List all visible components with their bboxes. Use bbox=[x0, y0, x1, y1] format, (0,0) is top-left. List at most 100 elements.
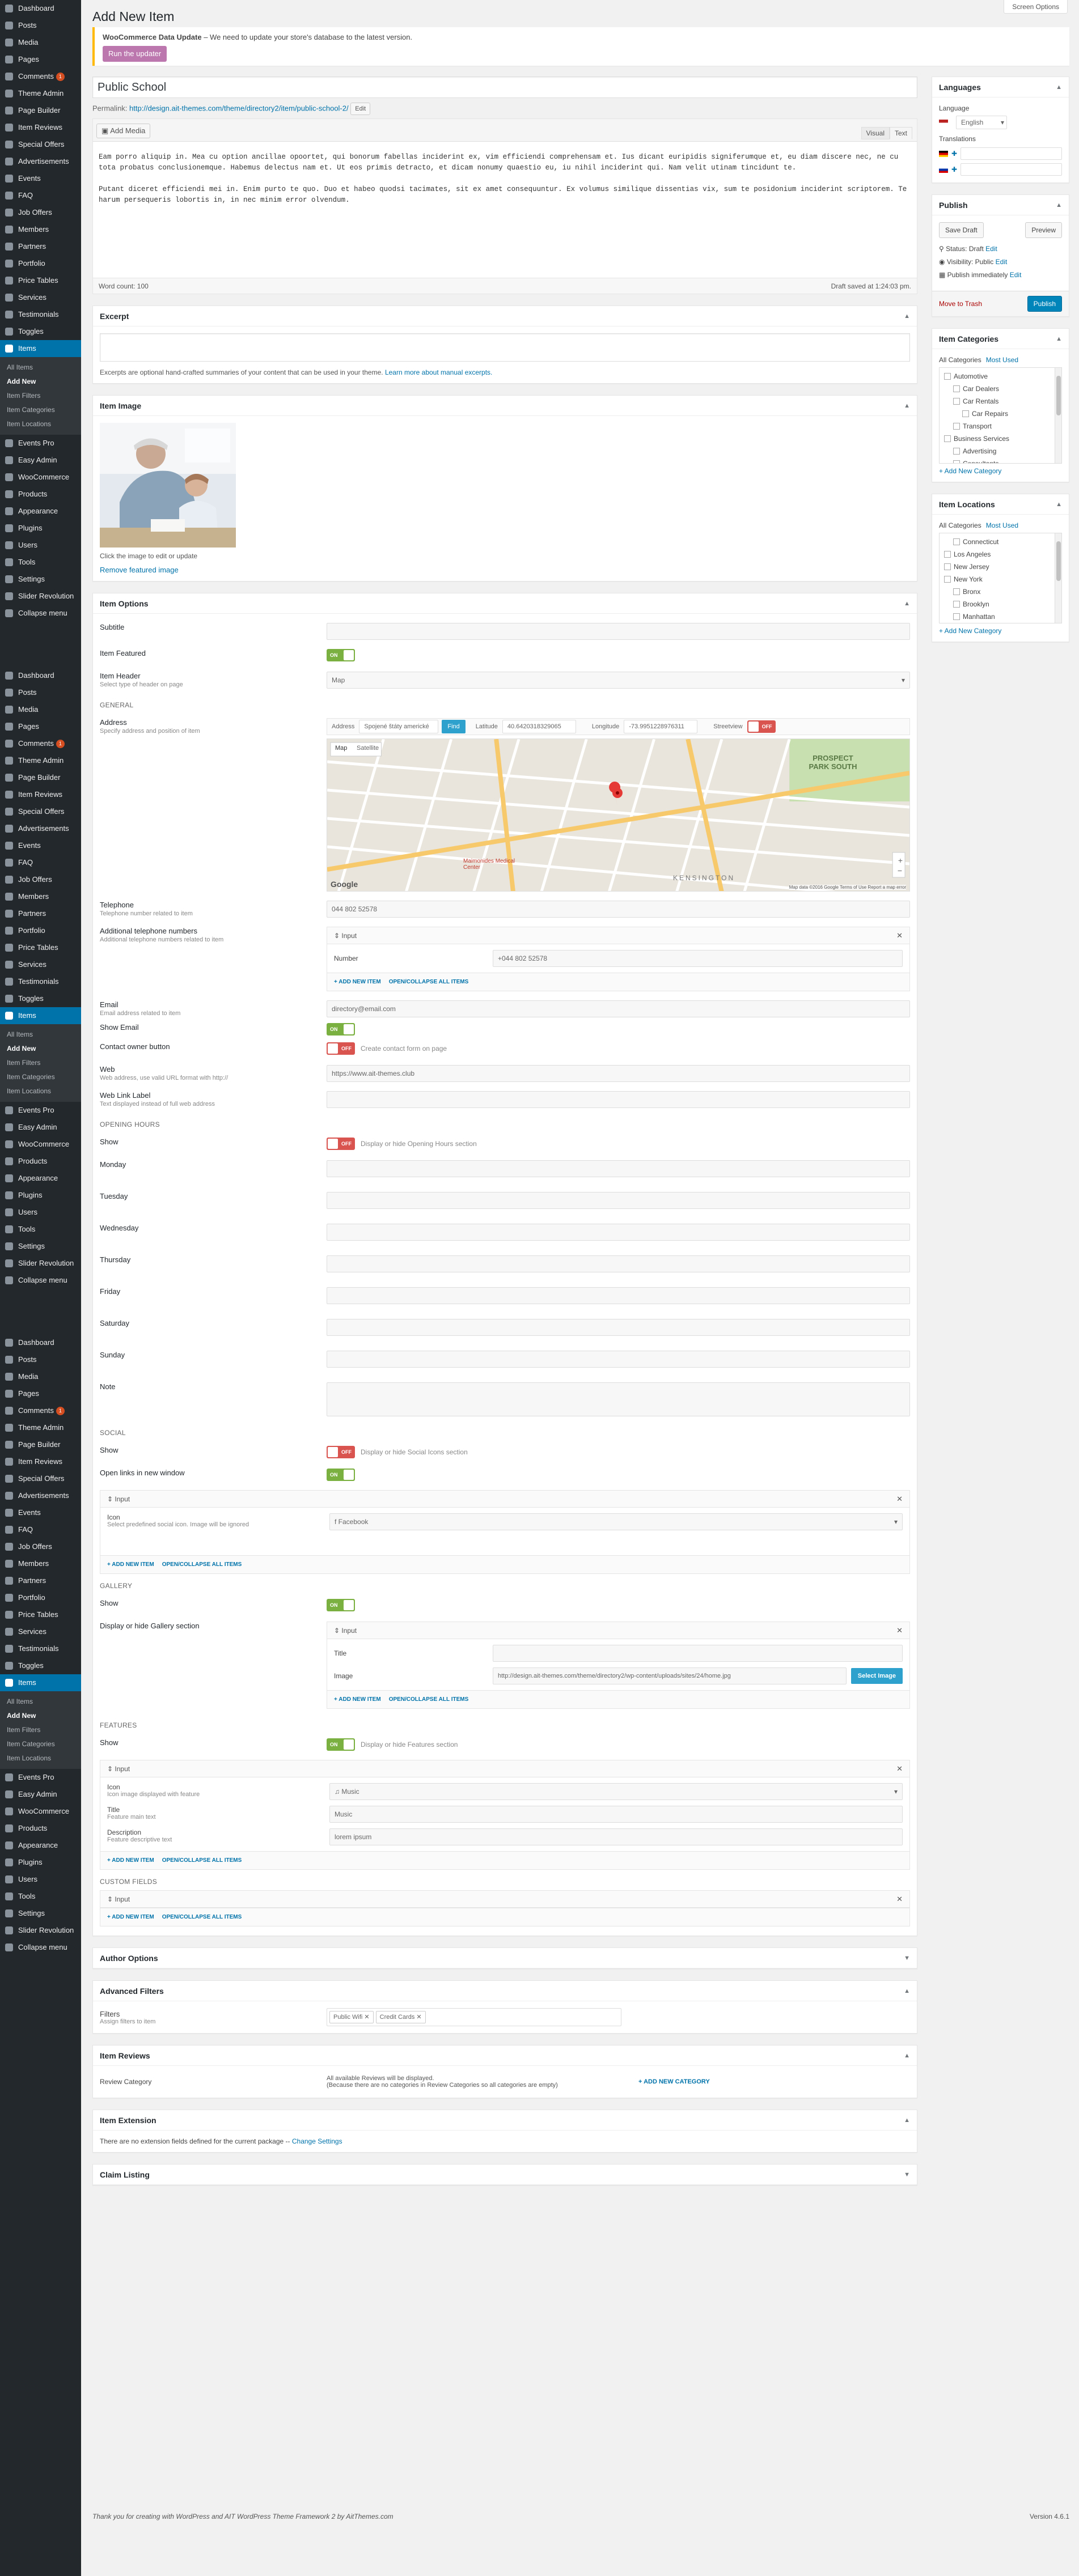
sidebar-item-price-tables[interactable]: Price Tables bbox=[0, 272, 81, 289]
number-input[interactable]: +044 802 52578 bbox=[493, 950, 903, 967]
collapse-arrow-icon[interactable]: ▲ bbox=[1056, 329, 1062, 349]
subtitle-input[interactable] bbox=[327, 623, 910, 640]
feature-title-input[interactable]: Music bbox=[329, 1806, 903, 1823]
tab-most-used[interactable]: Most Used bbox=[986, 356, 1018, 364]
sidebar-item-comments[interactable]: Comments 1 bbox=[0, 68, 81, 85]
sidebar-item-items[interactable]: Items bbox=[0, 1007, 81, 1024]
day-hours-input[interactable] bbox=[327, 1319, 910, 1336]
sidebar-item-easy-admin[interactable]: Easy Admin bbox=[0, 452, 81, 469]
item-categories-title[interactable]: Item Categories ▲ bbox=[932, 329, 1069, 349]
sidebar-item-job-offers[interactable]: Job Offers bbox=[0, 204, 81, 221]
collapse-all-link[interactable]: OPEN/COLLAPSE ALL ITEMS bbox=[389, 1696, 469, 1703]
sidebar-item-item-reviews[interactable]: Item Reviews bbox=[0, 786, 81, 803]
category-checkbox-item[interactable]: Transport bbox=[944, 420, 1057, 432]
scrollbar-thumb[interactable] bbox=[1056, 541, 1061, 581]
collapse-arrow-icon[interactable]: ▲ bbox=[904, 396, 910, 416]
sidebar-item-job-offers[interactable]: Job Offers bbox=[0, 1538, 81, 1555]
sidebar-item-services[interactable]: Services bbox=[0, 956, 81, 973]
drag-handle-icon[interactable]: ⇕ bbox=[334, 932, 341, 940]
sidebar-item-theme-admin[interactable]: Theme Admin bbox=[0, 1419, 81, 1436]
checkbox[interactable] bbox=[953, 385, 960, 392]
sidebar-item-testimonials[interactable]: Testimonials bbox=[0, 973, 81, 990]
checkbox[interactable] bbox=[944, 435, 951, 442]
publish-title[interactable]: Publish ▲ bbox=[932, 195, 1069, 215]
item-options-title[interactable]: Item Options ▲ bbox=[93, 593, 917, 614]
add-new-item-link[interactable]: + ADD NEW ITEM bbox=[107, 1857, 154, 1864]
sidebar-item-job-offers[interactable]: Job Offers bbox=[0, 871, 81, 888]
sidebar-item-settings[interactable]: Settings bbox=[0, 1905, 81, 1922]
note-textarea[interactable] bbox=[327, 1382, 910, 1416]
zoom-out-icon[interactable]: − bbox=[898, 866, 902, 875]
sidebar-item-events-pro[interactable]: Events Pro bbox=[0, 1102, 81, 1119]
permalink-link[interactable]: http://design.ait-themes.com/theme/direc… bbox=[129, 104, 349, 112]
title-input[interactable]: Public School bbox=[92, 77, 917, 98]
sidebar-item-members[interactable]: Members bbox=[0, 221, 81, 238]
close-icon[interactable]: ✕ bbox=[896, 1491, 903, 1508]
item-featured-toggle[interactable]: ON bbox=[327, 649, 355, 661]
sidebar-item-plugins[interactable]: Plugins bbox=[0, 1187, 81, 1204]
close-icon[interactable]: ✕ bbox=[896, 1622, 903, 1639]
sidebar-item-theme-admin[interactable]: Theme Admin bbox=[0, 752, 81, 769]
close-icon[interactable]: ✕ bbox=[896, 927, 903, 944]
category-checkbox-item[interactable]: Business Services bbox=[944, 432, 1057, 445]
run-updater-button[interactable]: Run the updater bbox=[103, 46, 167, 62]
language-select[interactable]: English ▾ bbox=[956, 116, 1007, 129]
submenu-item[interactable]: Add New bbox=[0, 375, 81, 389]
item-image-title[interactable]: Item Image ▲ bbox=[93, 396, 917, 416]
repeater-item-header[interactable]: ⇕ Input ✕ bbox=[100, 1891, 909, 1908]
sidebar-item-portfolio[interactable]: Portfolio bbox=[0, 255, 81, 272]
edit-schedule-link[interactable]: Edit bbox=[1010, 271, 1022, 279]
category-checkbox-item[interactable]: Connecticut bbox=[944, 536, 1057, 548]
collapse-arrow-icon[interactable]: ▲ bbox=[904, 2110, 910, 2131]
submenu-item[interactable]: Add New bbox=[0, 1042, 81, 1056]
collapse-all-link[interactable]: OPEN/COLLAPSE ALL ITEMS bbox=[389, 979, 469, 985]
category-checkbox-item[interactable]: Car Rentals bbox=[944, 395, 1057, 408]
expand-arrow-icon[interactable]: ▼ bbox=[904, 1948, 910, 1968]
sidebar-item-advertisements[interactable]: Advertisements bbox=[0, 820, 81, 837]
submenu-item[interactable]: Add New bbox=[0, 1709, 81, 1723]
sidebar-item-comments[interactable]: Comments 1 bbox=[0, 1402, 81, 1419]
move-to-trash-link[interactable]: Move to Trash bbox=[939, 300, 982, 308]
add-new-location-link[interactable]: + Add New Category bbox=[939, 627, 1001, 635]
category-checkbox-item[interactable]: Los Angeles bbox=[944, 548, 1057, 561]
add-translation-icon[interactable]: ✚ bbox=[951, 150, 957, 158]
category-checkbox-item[interactable]: Car Dealers bbox=[944, 383, 1057, 395]
gallery-toggle[interactable]: ON bbox=[327, 1599, 355, 1611]
submenu-item[interactable]: Item Filters bbox=[0, 1056, 81, 1070]
sidebar-item-portfolio[interactable]: Portfolio bbox=[0, 922, 81, 939]
category-checkbox-item[interactable]: Manhattan bbox=[944, 610, 1057, 623]
category-checkbox-item[interactable]: Brooklyn bbox=[944, 598, 1057, 610]
filter-chip[interactable]: Public Wifi ✕ bbox=[329, 2011, 374, 2023]
sidebar-item-items[interactable]: Items bbox=[0, 340, 81, 357]
collapse-arrow-icon[interactable]: ▲ bbox=[904, 2045, 910, 2066]
collapse-arrow-icon[interactable]: ▲ bbox=[904, 306, 910, 326]
submenu-item[interactable]: Item Categories bbox=[0, 1070, 81, 1084]
publish-button[interactable]: Publish bbox=[1027, 296, 1062, 312]
submenu-item[interactable]: All Items bbox=[0, 360, 81, 375]
checkbox[interactable] bbox=[953, 460, 960, 463]
sidebar-item-media[interactable]: Media bbox=[0, 34, 81, 51]
submenu-item[interactable]: Item Locations bbox=[0, 417, 81, 431]
checkbox[interactable] bbox=[953, 538, 960, 545]
collapse-all-link[interactable]: OPEN/COLLAPSE ALL ITEMS bbox=[162, 1857, 242, 1864]
sidebar-item-posts[interactable]: Posts bbox=[0, 17, 81, 34]
add-new-category-link[interactable]: + ADD NEW CATEGORY bbox=[638, 2078, 710, 2085]
tab-all-categories[interactable]: All Categories bbox=[939, 521, 981, 529]
add-new-item-link[interactable]: + ADD NEW ITEM bbox=[107, 1561, 154, 1568]
checkbox[interactable] bbox=[953, 398, 960, 405]
sidebar-item-toggles[interactable]: Toggles bbox=[0, 323, 81, 340]
submenu-item[interactable]: All Items bbox=[0, 1695, 81, 1709]
sidebar-item-tools[interactable]: Tools bbox=[0, 1888, 81, 1905]
edit-visibility-link[interactable]: Edit bbox=[996, 258, 1008, 266]
sidebar-item-dashboard[interactable]: Dashboard bbox=[0, 1334, 81, 1351]
add-new-category-link[interactable]: + Add New Category bbox=[939, 467, 1001, 475]
edit-status-link[interactable]: Edit bbox=[985, 245, 997, 253]
tab-most-used[interactable]: Most Used bbox=[986, 521, 1018, 529]
sidebar-item-collapse-menu[interactable]: Collapse menu bbox=[0, 605, 81, 622]
drag-handle-icon[interactable]: ⇕ bbox=[107, 1495, 115, 1503]
sidebar-item-pages[interactable]: Pages bbox=[0, 718, 81, 735]
checkbox[interactable] bbox=[953, 613, 960, 620]
checkbox[interactable] bbox=[953, 601, 960, 608]
sidebar-item-theme-admin[interactable]: Theme Admin bbox=[0, 85, 81, 102]
drag-handle-icon[interactable]: ⇕ bbox=[107, 1765, 115, 1773]
